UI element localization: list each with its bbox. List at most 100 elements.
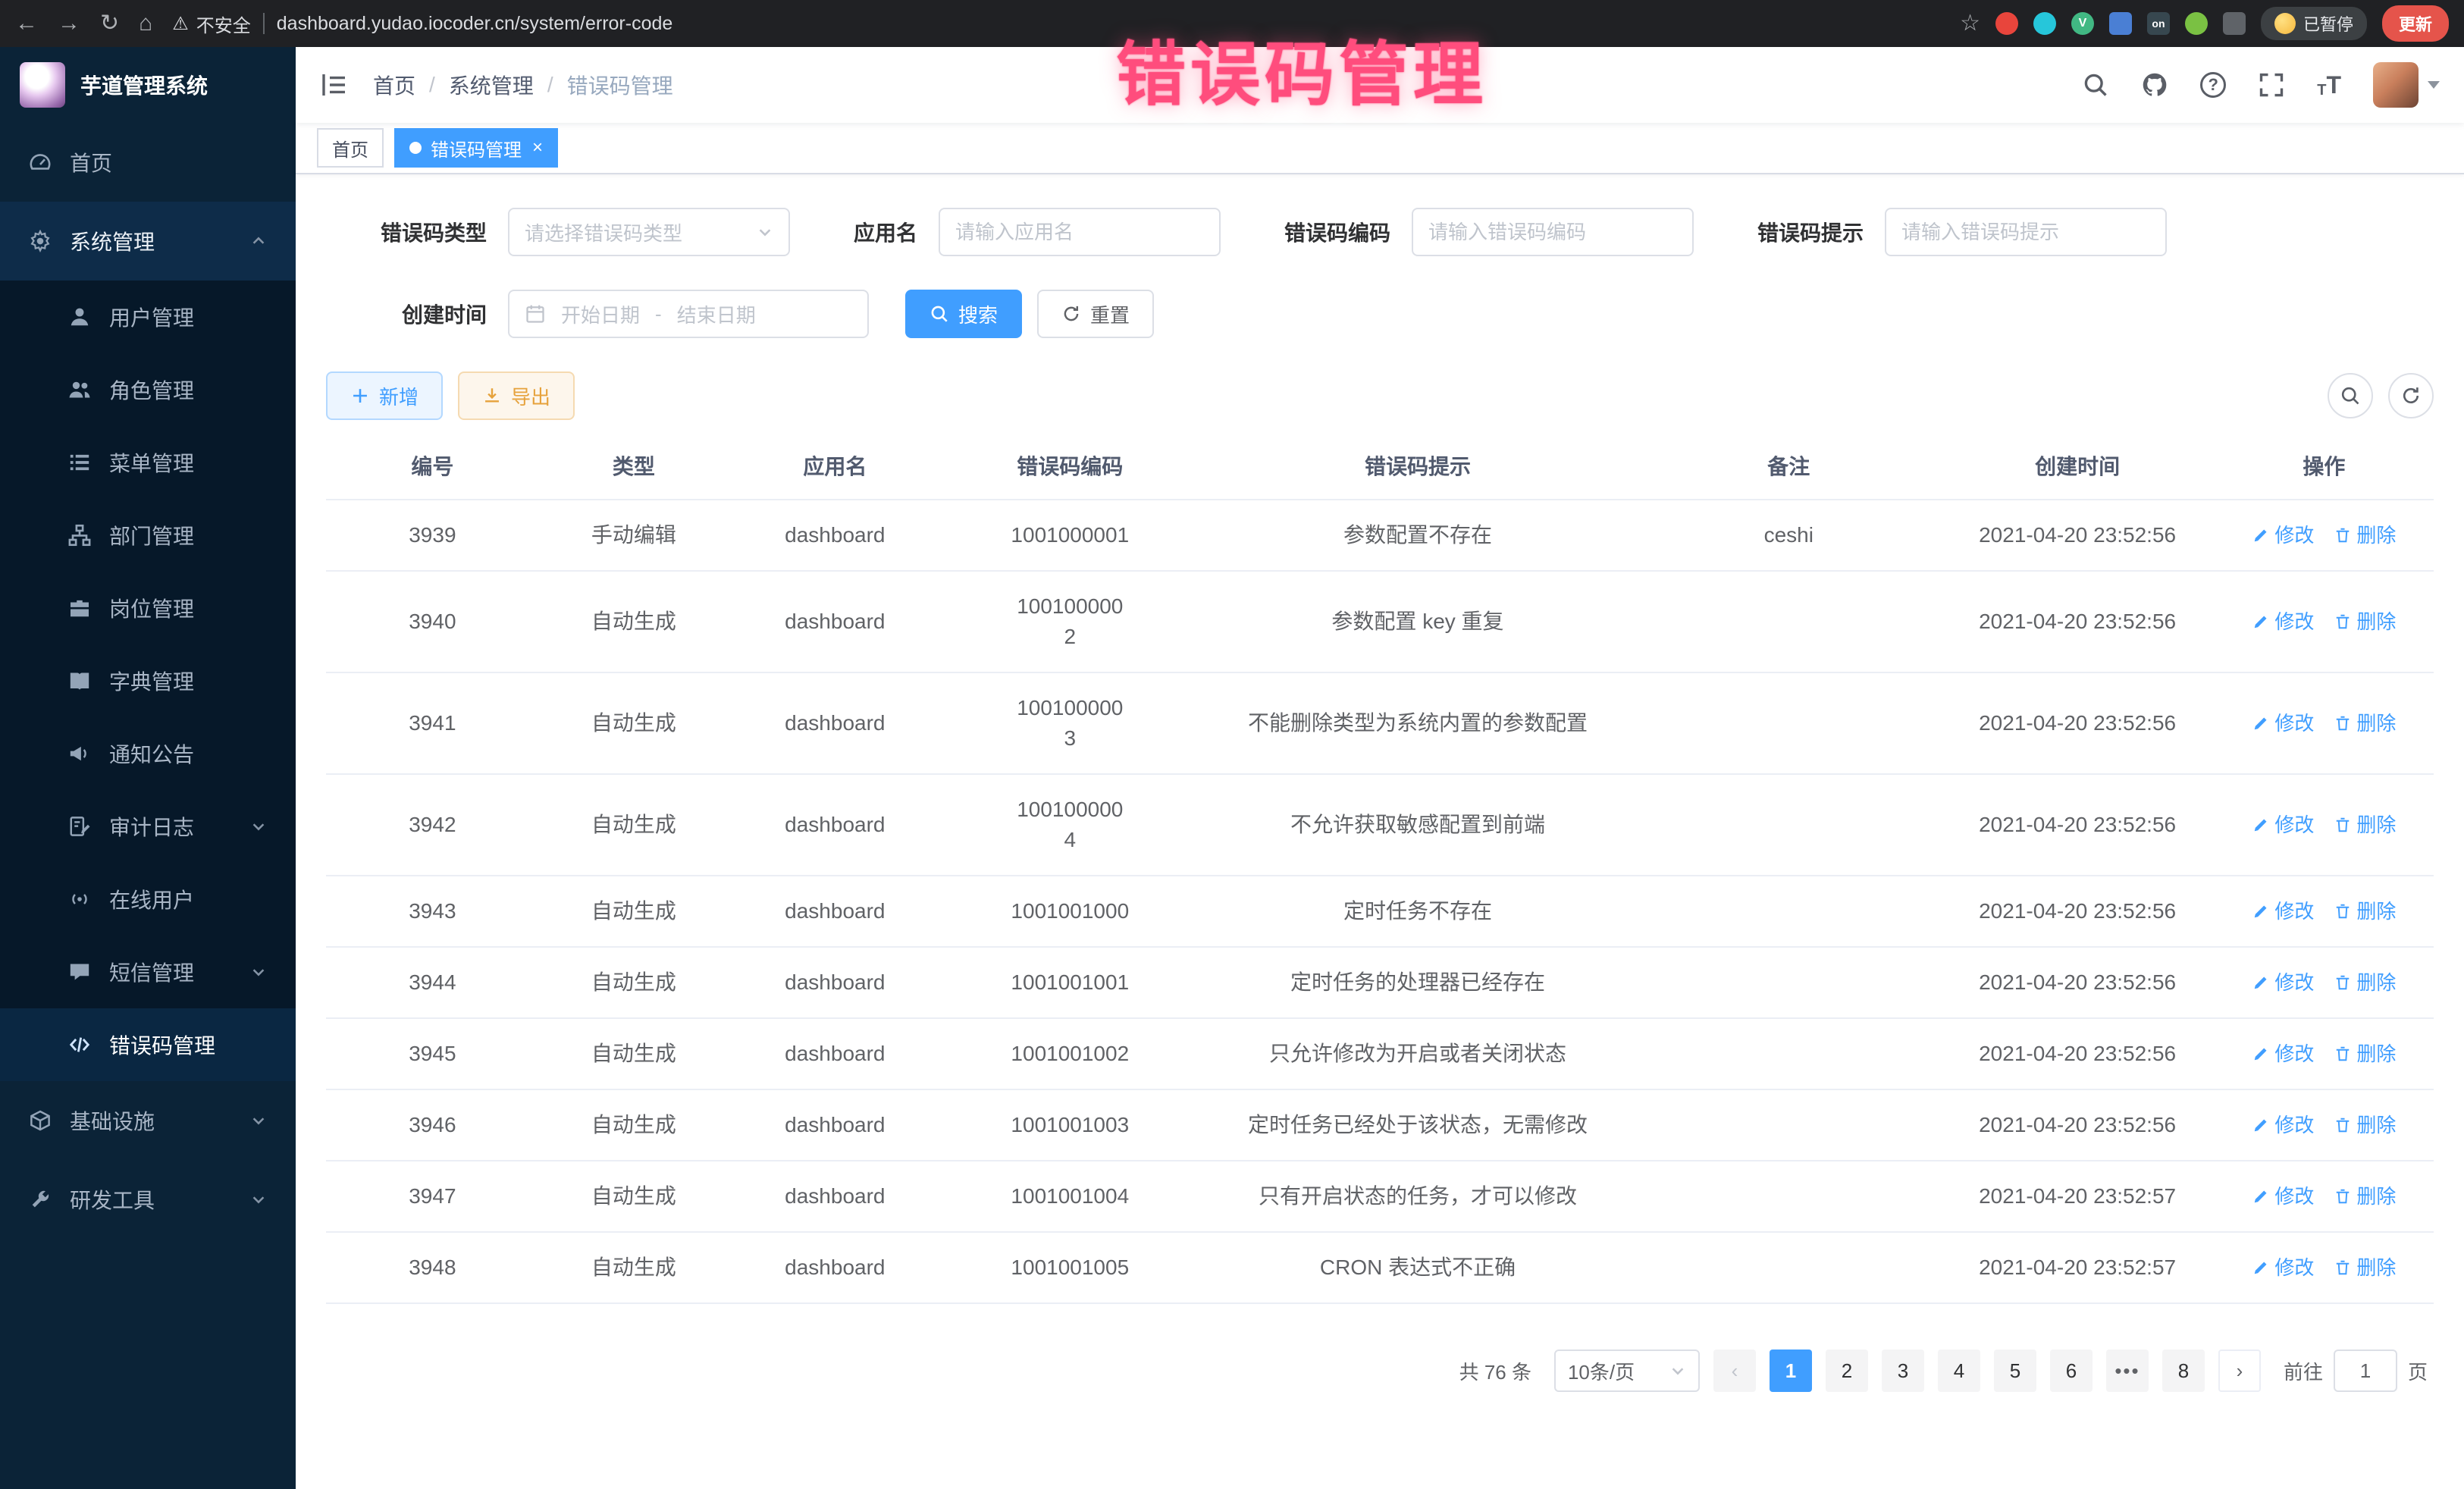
font-size-icon[interactable]: TT bbox=[2317, 71, 2341, 99]
page-button-2[interactable]: 2 bbox=[1826, 1350, 1868, 1392]
edit-link[interactable]: 修改 bbox=[2252, 1039, 2314, 1069]
sidebar-item-label: 菜单管理 bbox=[109, 447, 194, 478]
cell-remark bbox=[1637, 1034, 1940, 1074]
reset-button[interactable]: 重置 bbox=[1037, 290, 1154, 338]
edit-link[interactable]: 修改 bbox=[2252, 1181, 2314, 1212]
error-code-input[interactable] bbox=[1412, 208, 1694, 256]
sidebar-item-dictionary[interactable]: 字典管理 bbox=[0, 644, 296, 717]
delete-link[interactable]: 删除 bbox=[2334, 1181, 2396, 1212]
help-icon[interactable]: ? bbox=[2200, 72, 2226, 98]
browser-reload-icon[interactable]: ↻ bbox=[100, 12, 119, 35]
error-message-input[interactable] bbox=[1885, 208, 2167, 256]
vue-devtools-icon[interactable]: V bbox=[2071, 12, 2094, 35]
page-button-3[interactable]: 3 bbox=[1882, 1350, 1924, 1392]
delete-link[interactable]: 删除 bbox=[2334, 896, 2396, 926]
goto-page-input[interactable] bbox=[2334, 1350, 2397, 1392]
edit-link[interactable]: 修改 bbox=[2252, 607, 2314, 637]
user-menu[interactable] bbox=[2373, 62, 2440, 108]
extension-onetab-icon[interactable]: on bbox=[2147, 12, 2170, 35]
cell-operations: 修改 删除 bbox=[2215, 500, 2434, 570]
sidebar-item-notices[interactable]: 通知公告 bbox=[0, 717, 296, 790]
tab-home[interactable]: 首页 bbox=[317, 128, 384, 168]
browser-update-button[interactable]: 更新 bbox=[2382, 5, 2449, 42]
page-button-6[interactable]: 6 bbox=[2050, 1350, 2093, 1392]
cell-operations: 修改 删除 bbox=[2215, 1161, 2434, 1231]
edit-link[interactable]: 修改 bbox=[2252, 967, 2314, 998]
security-warning[interactable]: ⚠ 不安全 bbox=[172, 11, 251, 37]
page-size-select[interactable]: 10条/页 bbox=[1554, 1350, 1700, 1392]
warning-icon: ⚠ bbox=[172, 13, 189, 35]
edit-link[interactable]: 修改 bbox=[2252, 1110, 2314, 1140]
filter-create-time: 创建时间 开始日期 - 结束日期 bbox=[326, 290, 869, 338]
browser-back-icon[interactable]: ← bbox=[15, 12, 38, 35]
github-icon[interactable] bbox=[2141, 71, 2168, 99]
app-name-input[interactable] bbox=[939, 208, 1221, 256]
date-range-picker[interactable]: 开始日期 - 结束日期 bbox=[508, 290, 869, 338]
add-button-label: 新增 bbox=[379, 382, 419, 410]
delete-link[interactable]: 删除 bbox=[2334, 1039, 2396, 1069]
breadcrumb-home[interactable]: 首页 bbox=[373, 70, 415, 100]
add-button[interactable]: 新增 bbox=[326, 371, 443, 420]
delete-link[interactable]: 删除 bbox=[2334, 967, 2396, 998]
sidebar-item-audit-log[interactable]: 审计日志 bbox=[0, 790, 296, 863]
fullscreen-icon[interactable] bbox=[2258, 71, 2285, 99]
delete-link[interactable]: 删除 bbox=[2334, 810, 2396, 840]
hamburger-icon[interactable] bbox=[320, 71, 349, 99]
sidebar-logo[interactable]: 芋道管理系统 bbox=[0, 47, 296, 123]
sidebar-item-sms[interactable]: 短信管理 bbox=[0, 936, 296, 1008]
extension-green-icon[interactable] bbox=[2185, 12, 2208, 35]
url-text[interactable]: dashboard.yudao.iocoder.cn/system/error-… bbox=[277, 13, 673, 35]
delete-link[interactable]: 删除 bbox=[2334, 708, 2396, 738]
refresh-button[interactable] bbox=[2388, 373, 2434, 418]
delete-link[interactable]: 删除 bbox=[2334, 520, 2396, 550]
edit-link[interactable]: 修改 bbox=[2252, 708, 2314, 738]
address-bar[interactable]: ⚠ 不安全 dashboard.yudao.iocoder.cn/system/… bbox=[172, 11, 1940, 37]
sidebar-item-error-codes[interactable]: 错误码管理 bbox=[0, 1008, 296, 1081]
paused-badge[interactable]: 已暂停 bbox=[2261, 7, 2367, 40]
tab-error-codes[interactable]: 错误码管理 × bbox=[394, 128, 558, 168]
page-button-5[interactable]: 5 bbox=[1994, 1350, 2036, 1392]
show-search-button[interactable] bbox=[2328, 373, 2373, 418]
sidebar-item-online-users[interactable]: 在线用户 bbox=[0, 863, 296, 936]
paused-label: 已暂停 bbox=[2303, 11, 2353, 36]
more-pages-button[interactable]: ••• bbox=[2106, 1350, 2149, 1392]
extension-red-icon[interactable] bbox=[1995, 12, 2018, 35]
cell-message: CRON 表达式不正确 bbox=[1199, 1233, 1637, 1302]
browser-forward-icon[interactable]: → bbox=[58, 12, 80, 35]
close-icon[interactable]: × bbox=[532, 139, 543, 157]
search-icon[interactable] bbox=[2082, 71, 2109, 99]
edit-link[interactable]: 修改 bbox=[2252, 520, 2314, 550]
edit-link[interactable]: 修改 bbox=[2252, 1252, 2314, 1283]
edit-link[interactable]: 修改 bbox=[2252, 896, 2314, 926]
delete-link[interactable]: 删除 bbox=[2334, 1110, 2396, 1140]
prev-page-button[interactable]: ‹ bbox=[1713, 1350, 1756, 1392]
sidebar-item-home[interactable]: 首页 bbox=[0, 123, 296, 202]
edit-link[interactable]: 修改 bbox=[2252, 810, 2314, 840]
delete-link[interactable]: 删除 bbox=[2334, 607, 2396, 637]
browser-home-icon[interactable]: ⌂ bbox=[139, 12, 152, 35]
sidebar-item-roles[interactable]: 角色管理 bbox=[0, 353, 296, 426]
extensions-puzzle-icon[interactable] bbox=[2223, 12, 2246, 35]
sidebar-item-users[interactable]: 用户管理 bbox=[0, 281, 296, 353]
cell-operations: 修改 删除 bbox=[2215, 948, 2434, 1017]
next-page-button[interactable]: › bbox=[2218, 1350, 2261, 1392]
error-type-select[interactable]: 请选择错误码类型 bbox=[508, 208, 790, 256]
sidebar-item-departments[interactable]: 部门管理 bbox=[0, 499, 296, 572]
breadcrumb-system[interactable]: 系统管理 bbox=[449, 70, 534, 100]
sidebar-item-infrastructure[interactable]: 基础设施 bbox=[0, 1081, 296, 1160]
sidebar-item-menus[interactable]: 菜单管理 bbox=[0, 426, 296, 499]
people-icon bbox=[68, 378, 91, 401]
extension-teal-icon[interactable] bbox=[2033, 12, 2056, 35]
export-button[interactable]: 导出 bbox=[458, 371, 575, 420]
search-button[interactable]: 搜索 bbox=[905, 290, 1022, 338]
sidebar-item-system[interactable]: 系统管理 bbox=[0, 202, 296, 281]
sidebar-item-label: 字典管理 bbox=[109, 666, 194, 696]
page-button-1[interactable]: 1 bbox=[1770, 1350, 1812, 1392]
delete-link[interactable]: 删除 bbox=[2334, 1252, 2396, 1283]
sidebar-item-dev-tools[interactable]: 研发工具 bbox=[0, 1160, 296, 1239]
page-button-8[interactable]: 8 bbox=[2162, 1350, 2205, 1392]
sidebar-item-posts[interactable]: 岗位管理 bbox=[0, 572, 296, 644]
bookmark-star-icon[interactable]: ☆ bbox=[1960, 12, 1980, 35]
page-button-4[interactable]: 4 bbox=[1938, 1350, 1980, 1392]
extension-grid-icon[interactable] bbox=[2109, 12, 2132, 35]
